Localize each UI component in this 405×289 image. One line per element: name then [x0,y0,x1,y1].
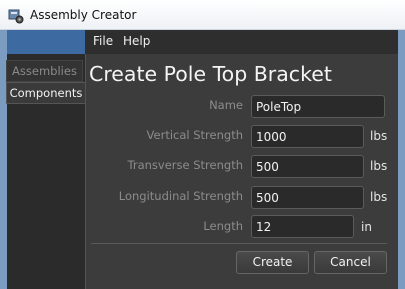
transverse-strength-unit: lbs [370,159,388,173]
longitudinal-strength-unit: lbs [370,190,388,204]
menu-file[interactable]: File [93,34,113,48]
tab-assemblies[interactable]: Assemblies [6,60,83,82]
cancel-button[interactable]: Cancel [314,251,387,274]
sidebar-header [7,30,85,54]
window-frame-right [398,30,405,289]
longitudinal-strength-field[interactable] [251,186,364,209]
length-field[interactable] [251,215,354,238]
window-title: Assembly Creator [30,8,137,22]
name-label: Name [209,98,243,112]
longitudinal-strength-label: Longitudinal Strength [118,189,243,203]
length-label: Length [203,219,243,233]
menu-help[interactable]: Help [123,34,150,48]
tab-components[interactable]: Components [6,82,85,104]
transverse-strength-field[interactable] [251,155,364,178]
name-field[interactable] [251,95,385,118]
menu-bar: File Help [85,30,398,54]
form-divider [91,243,387,244]
title-bar[interactable]: Assembly Creator [0,0,405,30]
length-unit: in [361,220,372,234]
assembly-app-icon [8,9,24,24]
vertical-strength-field[interactable] [251,125,364,148]
app-window: Assembly Creator Assemblies Components F… [0,0,405,289]
transverse-strength-label: Transverse Strength [127,158,243,172]
vertical-strength-label: Vertical Strength [146,128,243,142]
vertical-strength-unit: lbs [370,129,388,143]
create-button[interactable]: Create [236,251,309,274]
page-title: Create Pole Top Bracket [89,62,332,86]
